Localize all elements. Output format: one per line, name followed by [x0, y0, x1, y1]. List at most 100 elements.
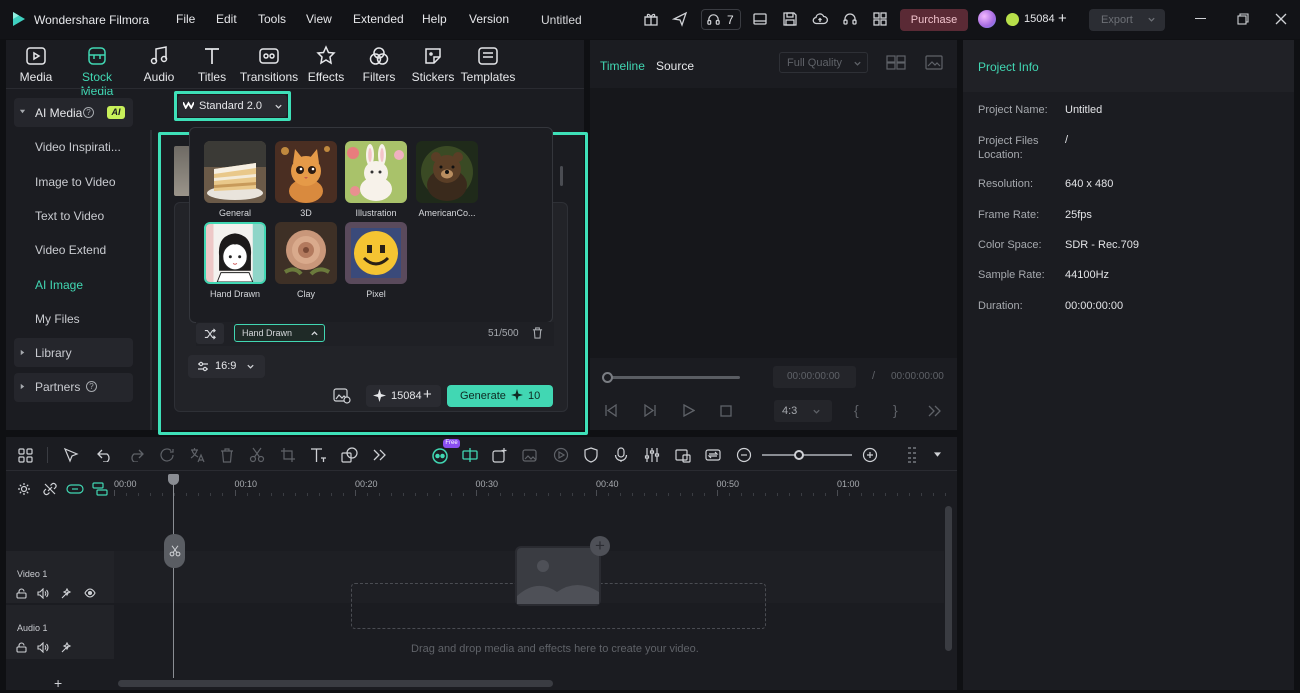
quality-select[interactable]: Full Quality: [779, 52, 868, 73]
transition-swap-icon[interactable]: [704, 446, 722, 464]
sidebar-item-text-to-video[interactable]: Text to Video: [35, 209, 104, 223]
menu-tools[interactable]: Tools: [258, 12, 286, 26]
help-icon[interactable]: ?: [86, 381, 97, 392]
aspect-select[interactable]: 16:9: [188, 355, 265, 378]
unlink-icon[interactable]: [43, 482, 57, 496]
tab-transitions[interactable]: Transitions: [239, 44, 299, 84]
model-select[interactable]: Standard 2.0: [178, 95, 287, 117]
cloud-upload-icon[interactable]: [811, 10, 829, 28]
more-tools-icon[interactable]: [370, 446, 388, 464]
style-card-clay[interactable]: Clay: [275, 222, 337, 299]
maximize-icon[interactable]: [1237, 13, 1249, 25]
style-card-general[interactable]: General: [204, 141, 266, 218]
lock-icon[interactable]: [16, 588, 27, 599]
tab-stock-media[interactable]: Stock Media: [67, 44, 127, 98]
tab-source[interactable]: Source: [656, 59, 694, 73]
shapes-icon[interactable]: [340, 446, 358, 464]
mark-in-icon[interactable]: {: [854, 402, 859, 418]
translate-icon[interactable]: [188, 446, 206, 464]
ai-robot-icon[interactable]: [431, 446, 449, 464]
effect-toggle-icon[interactable]: [61, 588, 72, 599]
speaker-icon[interactable]: [37, 642, 49, 653]
export-frame-icon[interactable]: [674, 446, 692, 464]
sidebar-item-my-files[interactable]: My Files: [35, 312, 80, 326]
image-settings-icon[interactable]: [333, 387, 351, 404]
horizontal-scrollbar[interactable]: [118, 680, 553, 687]
lock-icon[interactable]: [16, 642, 27, 653]
style-card-american-comic[interactable]: AmericanCo...: [416, 141, 478, 218]
snapshot-icon[interactable]: [925, 55, 943, 70]
tab-titles[interactable]: Titles: [182, 44, 242, 84]
more-forward-icon[interactable]: [928, 405, 941, 417]
crop-icon[interactable]: [279, 446, 297, 464]
sidebar-item-video-extend[interactable]: Video Extend: [35, 243, 106, 257]
layout-grid-icon[interactable]: [16, 446, 34, 464]
style-card-3d[interactable]: 3D: [275, 141, 337, 218]
menu-file[interactable]: File: [176, 12, 195, 26]
zoom-slider[interactable]: [762, 454, 852, 456]
menu-extended[interactable]: Extended: [353, 12, 404, 26]
notification-counter[interactable]: 7: [701, 9, 741, 30]
stop-icon[interactable]: [720, 405, 732, 417]
redo-icon[interactable]: [127, 446, 145, 464]
menu-view[interactable]: View: [306, 12, 332, 26]
tab-effects[interactable]: Effects: [296, 44, 356, 84]
shuffle-button[interactable]: [196, 323, 224, 344]
style-card-hand-drawn[interactable]: Hand Drawn: [204, 222, 266, 299]
style-chip[interactable]: Hand Drawn: [234, 324, 325, 342]
export-button[interactable]: Export: [1089, 9, 1165, 31]
scrubber-handle[interactable]: [602, 372, 613, 383]
ratio-select[interactable]: 4:3: [774, 400, 832, 422]
microphone-icon[interactable]: [612, 446, 630, 464]
grid-view-icon[interactable]: [886, 55, 906, 70]
playback-scrubber[interactable]: [607, 376, 740, 379]
style-card-pixel[interactable]: Pixel: [345, 222, 407, 299]
mark-out-icon[interactable]: }: [893, 402, 898, 418]
sidebar-item-ai-image[interactable]: AI Image: [35, 278, 83, 292]
vertical-scrollbar[interactable]: [945, 506, 952, 651]
playhead-head[interactable]: [168, 474, 179, 485]
track-settings-icon[interactable]: [17, 482, 31, 496]
help-icon[interactable]: ?: [83, 107, 94, 118]
popup-scrollbar[interactable]: [560, 166, 563, 186]
save-icon[interactable]: [781, 10, 799, 28]
add-credits-icon[interactable]: +: [423, 386, 432, 403]
split-view-icon[interactable]: [461, 446, 479, 464]
add-clip-icon[interactable]: [491, 446, 509, 464]
generate-button[interactable]: Generate 10: [447, 385, 553, 407]
ripple-icon[interactable]: [92, 482, 108, 496]
link-icon[interactable]: [66, 482, 84, 496]
scissors-icon[interactable]: [248, 446, 266, 464]
minimize-icon[interactable]: [1195, 18, 1206, 19]
add-media-icon[interactable]: +: [590, 536, 610, 556]
trash-icon[interactable]: [532, 327, 543, 339]
sidebar-item-image-to-video[interactable]: Image to Video: [35, 175, 116, 189]
zoom-slider-handle[interactable]: [794, 450, 804, 460]
style-card-illustration[interactable]: Illustration: [345, 141, 407, 218]
select-tool-icon[interactable]: [62, 446, 80, 464]
sidebar-item-video-inspiration[interactable]: Video Inspirati...: [35, 140, 121, 154]
delete-icon[interactable]: [218, 446, 236, 464]
prev-frame-icon[interactable]: [604, 404, 618, 417]
speed-icon[interactable]: [552, 446, 570, 464]
next-frame-icon[interactable]: [643, 404, 657, 417]
effect-toggle-icon[interactable]: [61, 642, 72, 653]
shield-icon[interactable]: [582, 446, 600, 464]
support-icon[interactable]: [841, 10, 859, 28]
playhead-scissor-handle[interactable]: [164, 534, 185, 568]
menu-edit[interactable]: Edit: [216, 12, 237, 26]
zoom-in-icon[interactable]: [861, 446, 879, 464]
add-credits-icon[interactable]: +: [1058, 10, 1067, 27]
undo-icon[interactable]: [96, 446, 114, 464]
tab-timeline[interactable]: Timeline: [600, 59, 645, 73]
text-tool-icon[interactable]: [309, 446, 327, 464]
gift-icon[interactable]: [642, 10, 660, 28]
track-layout-icon[interactable]: [906, 446, 924, 464]
apps-grid-icon[interactable]: [871, 10, 889, 28]
tab-filters[interactable]: Filters: [349, 44, 409, 84]
menu-version[interactable]: Version: [469, 12, 509, 26]
caret-down-icon[interactable]: [934, 452, 941, 457]
add-track-icon[interactable]: +: [54, 675, 62, 691]
tab-audio[interactable]: Audio: [129, 44, 189, 84]
avatar[interactable]: [978, 10, 996, 28]
